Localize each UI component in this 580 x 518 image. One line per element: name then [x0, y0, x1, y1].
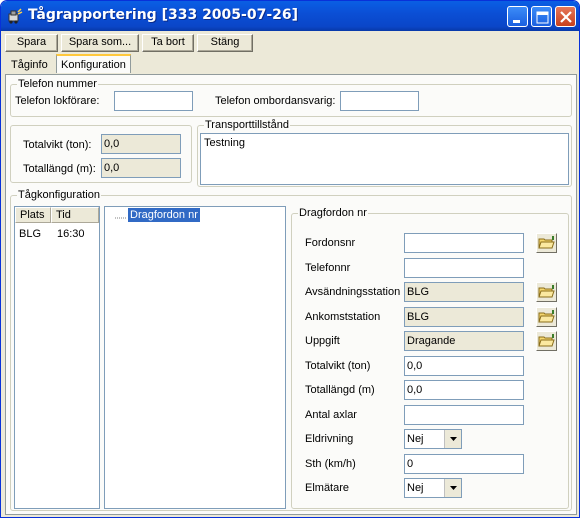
save-button[interactable]: Spara	[5, 34, 58, 52]
field-label-ankomststation: Ankomststation	[305, 310, 381, 323]
total-length-value: 0,0	[101, 158, 181, 178]
window-title: Tågrapportering [333 2005-07-26]	[28, 7, 299, 23]
tree-connector-lines	[115, 217, 126, 219]
close-window-button[interactable]: Stäng	[197, 34, 253, 52]
minimize-icon	[513, 20, 520, 23]
close-icon	[560, 11, 572, 23]
tab-konfiguration[interactable]: Konfiguration	[56, 54, 131, 73]
field-label-fordonsnr: Fordonsnr	[305, 237, 356, 249]
field-combo-value: Nej	[407, 482, 424, 494]
field-input-ankomststation: BLG	[404, 306, 524, 327]
picker-button-fordonsnr[interactable]	[536, 233, 557, 253]
column-header-plats[interactable]: Plats	[15, 207, 51, 223]
title-bar[interactable]: Tågrapportering [333 2005-07-26]	[1, 1, 579, 31]
phone-group-title: Telefon nummer	[17, 78, 98, 90]
field-label-sth-km-h: Sth (km/h)	[305, 457, 356, 470]
total-length-label: Totallängd (m):	[23, 163, 96, 175]
field-input-totalvikt-ton[interactable]: 0,0	[404, 355, 524, 376]
picker-button-uppgift[interactable]	[536, 331, 557, 351]
folder-open-icon	[538, 285, 555, 298]
picker-button-avs-ndningsstation[interactable]	[536, 282, 557, 302]
configuration-panel: Telefon nummer Telefon lokförare: Telefo…	[5, 74, 577, 515]
field-input-fordonsnr[interactable]	[404, 233, 524, 253]
field-label-totall-ngd-m: Totallängd (m)	[305, 384, 375, 396]
folder-open-icon	[538, 334, 555, 347]
field-input-telefonnr[interactable]	[404, 257, 524, 278]
row-tid[interactable]: 16:30	[57, 228, 85, 240]
tree-item-dragfordon[interactable]: Dragfordon nr	[128, 208, 200, 222]
folder-open-icon	[538, 236, 555, 249]
transport-state-group: Transporttillstånd Testning	[197, 119, 572, 187]
field-label-avs-ndningsstation: Avsändningsstation	[305, 286, 401, 298]
total-weight-value: 0,0	[101, 134, 181, 154]
picker-button-ankomststation[interactable]	[536, 306, 557, 327]
chevron-down-icon	[450, 437, 457, 441]
field-label-antal-axlar: Antal axlar	[305, 408, 357, 421]
field-input-sth-km-h[interactable]: 0	[404, 453, 524, 474]
field-input-avs-ndningsstation: BLG	[404, 282, 524, 302]
row-plats[interactable]: BLG	[19, 228, 41, 240]
vehicle-tree[interactable]: Dragfordon nr	[104, 206, 286, 509]
save-as-button[interactable]: Spara som...	[61, 34, 139, 52]
field-label-eldrivning: Eldrivning	[305, 433, 354, 445]
field-label-elm-tare: Elmätare	[305, 482, 350, 494]
total-weight-label: Totalvikt (ton):	[23, 139, 92, 151]
transport-state-title: Transporttillstånd	[204, 119, 290, 131]
driver-phone-input[interactable]	[114, 91, 193, 111]
field-input-antal-axlar[interactable]	[404, 404, 524, 425]
field-input-totall-ngd-m[interactable]: 0,0	[404, 380, 524, 400]
tab-taginfo[interactable]: Tåginfo	[7, 56, 52, 75]
phone-group: Telefon nummer Telefon lokförare: Telefo…	[10, 78, 572, 117]
combo-dropdown-button[interactable]	[444, 430, 461, 448]
train-config-title: Tågkonfiguration	[17, 189, 101, 201]
app-window: Tågrapportering [333 2005-07-26] Spara S…	[0, 0, 580, 518]
column-header-tid[interactable]: Tid	[51, 207, 99, 223]
onboard-phone-input[interactable]	[340, 91, 419, 111]
app-icon	[8, 8, 23, 24]
field-label-totalvikt-ton: Totalvikt (ton)	[305, 359, 371, 372]
driver-phone-label: Telefon lokförare:	[15, 95, 100, 107]
field-combo-value: Nej	[407, 433, 424, 445]
close-button[interactable]	[555, 6, 576, 27]
vehicle-details-group: Dragfordon nr Fordonsnr Telefonnr Avsändni…	[291, 207, 569, 509]
minimize-button[interactable]	[507, 6, 528, 27]
stations-listview[interactable]: Plats Tid BLG 16:30	[14, 206, 100, 509]
transport-state-textarea[interactable]: Testning	[200, 133, 569, 185]
field-label-telefonnr: Telefonnr	[305, 261, 351, 274]
chevron-down-icon	[450, 486, 457, 490]
maximize-button[interactable]	[531, 6, 552, 27]
field-input-uppgift: Dragande	[404, 331, 524, 351]
field-combo-elm-tare[interactable]: Nej	[404, 478, 462, 498]
delete-button[interactable]: Ta bort	[142, 34, 194, 52]
field-combo-eldrivning[interactable]: Nej	[404, 429, 462, 449]
train-config-group: Tågkonfiguration Plats Tid BLG 16:30 Dra…	[10, 189, 572, 511]
combo-dropdown-button[interactable]	[444, 479, 461, 497]
vehicle-details-title: Dragfordon nr	[298, 207, 368, 219]
field-label-uppgift: Uppgift	[305, 335, 340, 347]
folder-open-icon	[538, 309, 555, 322]
onboard-phone-label: Telefon ombordansvarig:	[215, 95, 336, 107]
totals-group: Totalvikt (ton): 0,0 Totallängd (m): 0,0	[10, 125, 192, 183]
maximize-icon	[536, 11, 549, 24]
